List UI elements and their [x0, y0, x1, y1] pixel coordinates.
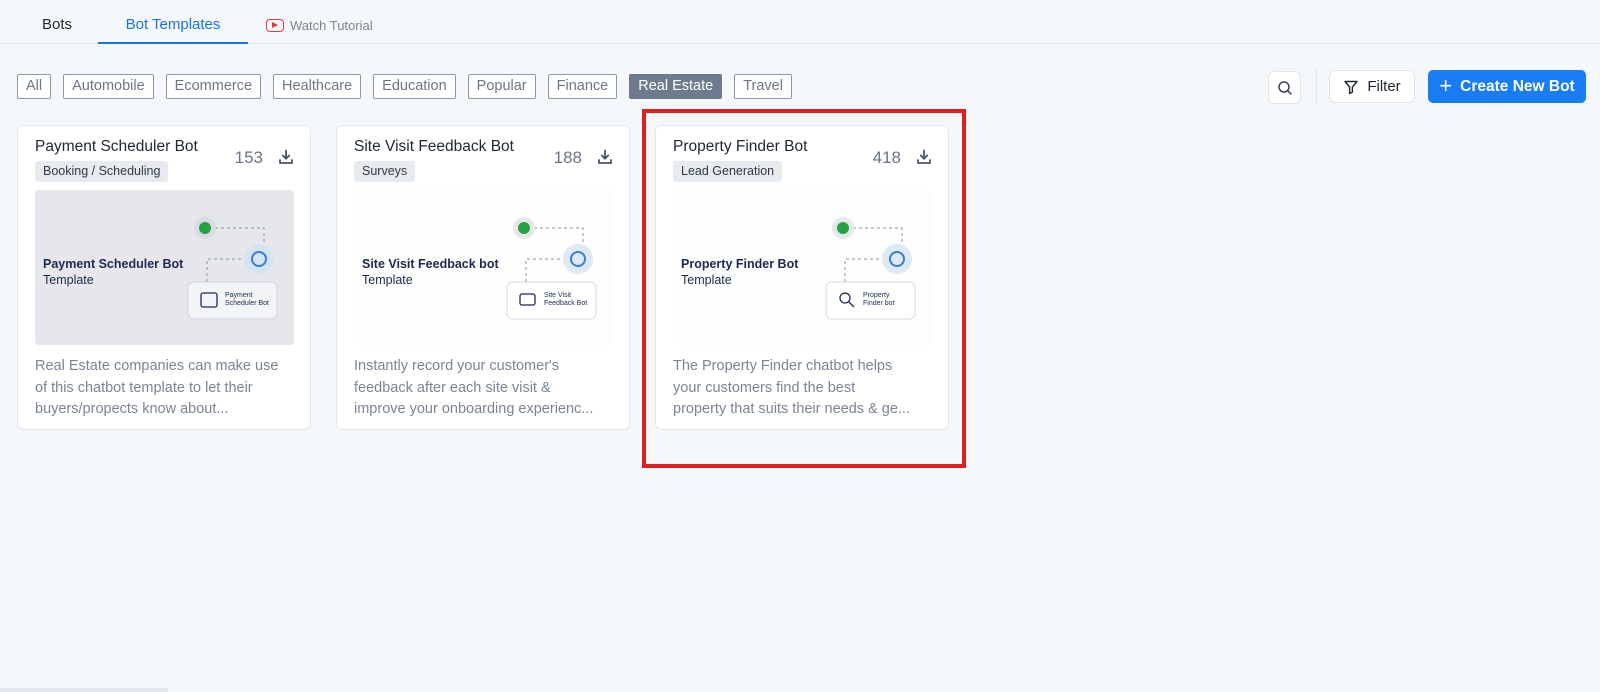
- card-tag: Lead Generation: [673, 161, 783, 182]
- download-icon[interactable]: [278, 149, 294, 165]
- template-thumbnail: Property Finder Bot Template Property Fi…: [673, 190, 932, 345]
- search-button[interactable]: [1268, 71, 1301, 104]
- thumbnail-node-label: Site Visit Feedback Bot: [544, 292, 588, 307]
- youtube-icon: [266, 18, 284, 32]
- tab-bot-templates[interactable]: Bot Templates: [98, 0, 248, 44]
- create-new-bot-button[interactable]: + Create New Bot: [1428, 70, 1586, 103]
- card-title: Property Finder Bot: [673, 138, 808, 155]
- description-line: buyers/propects know about...: [35, 401, 229, 417]
- chip-education[interactable]: Education: [373, 74, 456, 99]
- tab-bots[interactable]: Bots: [42, 0, 72, 44]
- chip-healthcare[interactable]: Healthcare: [273, 74, 362, 99]
- toolbar-divider: [1316, 69, 1317, 105]
- watch-tutorial-label: Watch Tutorial: [290, 17, 373, 33]
- thumbnail-title: Site Visit Feedback bot: [362, 257, 499, 271]
- card-description: The Property Finder chatbot helps your c…: [673, 356, 933, 421]
- thumbnail-title: Property Finder Bot: [681, 257, 799, 271]
- create-new-bot-label: Create New Bot: [1460, 77, 1575, 95]
- chip-all[interactable]: All: [17, 74, 52, 99]
- thumbnail-node-label: Property Finder bot: [863, 292, 895, 307]
- description-line: your customers find the best: [673, 379, 856, 396]
- description-line: property that suits their needs & ge...: [673, 401, 910, 417]
- thumbnail-subtitle: Template: [681, 273, 732, 287]
- download-count: 188: [553, 148, 582, 167]
- thumbnail-subtitle: Template: [362, 273, 413, 287]
- description-line: improve your onboarding experienc...: [354, 401, 594, 417]
- horizontal-scrollbar[interactable]: [0, 688, 168, 692]
- download-icon[interactable]: [597, 149, 613, 165]
- description-line: The Property Finder chatbot helps: [673, 358, 893, 374]
- card-tag: Surveys: [354, 161, 416, 182]
- watch-tutorial-link[interactable]: Watch Tutorial: [266, 17, 373, 33]
- template-card[interactable]: Site Visit Feedback Bot Surveys 188 Site…: [336, 125, 630, 430]
- chip-real-estate[interactable]: Real Estate: [629, 74, 723, 99]
- template-thumbnail: Site Visit Feedback bot Template Site Vi…: [354, 190, 613, 345]
- template-card[interactable]: Property Finder Bot Lead Generation 418 …: [655, 125, 949, 430]
- category-filter-chips: All Automobile Ecommerce Healthcare Educ…: [17, 74, 792, 99]
- filter-button[interactable]: Filter: [1329, 70, 1415, 103]
- card-title: Site Visit Feedback Bot: [354, 138, 514, 155]
- download-count: 153: [234, 148, 263, 167]
- download-icon[interactable]: [916, 149, 932, 165]
- thumbnail-caption: Payment Scheduler Bot Template: [43, 256, 183, 288]
- card-title: Payment Scheduler Bot: [35, 138, 198, 155]
- search-icon: [1277, 80, 1292, 95]
- card-description: Real Estate companies can make use of th…: [35, 356, 295, 421]
- filter-icon: [1344, 80, 1359, 94]
- description-line: of this chatbot template to let their: [35, 379, 253, 396]
- chip-finance[interactable]: Finance: [547, 74, 618, 99]
- thumbnail-caption: Property Finder Bot Template: [681, 256, 798, 288]
- description-line: Instantly record your customer's: [354, 358, 560, 374]
- filter-label: Filter: [1367, 78, 1401, 95]
- chip-popular[interactable]: Popular: [467, 74, 536, 99]
- chip-ecommerce[interactable]: Ecommerce: [165, 74, 262, 99]
- card-tag: Booking / Scheduling: [35, 161, 169, 182]
- plus-icon: +: [1439, 72, 1453, 98]
- top-tab-bar: Bots Bot Templates Watch Tutorial: [0, 0, 1600, 44]
- description-line: Real Estate companies can make use: [35, 358, 279, 374]
- thumbnail-subtitle: Template: [43, 273, 94, 287]
- chip-travel[interactable]: Travel: [734, 74, 792, 99]
- template-thumbnail: Payment Scheduler Bot Template Payment S…: [35, 190, 294, 345]
- thumbnail-node-label: Payment Scheduler Bot: [225, 292, 269, 307]
- thumbnail-title: Payment Scheduler Bot: [43, 257, 184, 271]
- card-description: Instantly record your customer's feedbac…: [354, 356, 614, 421]
- download-count: 418: [872, 148, 901, 167]
- template-card[interactable]: Payment Scheduler Bot Booking / Scheduli…: [17, 125, 311, 430]
- chip-automobile[interactable]: Automobile: [63, 74, 154, 99]
- thumbnail-caption: Site Visit Feedback bot Template: [362, 256, 499, 288]
- description-line: feedback after each site visit &: [354, 379, 551, 396]
